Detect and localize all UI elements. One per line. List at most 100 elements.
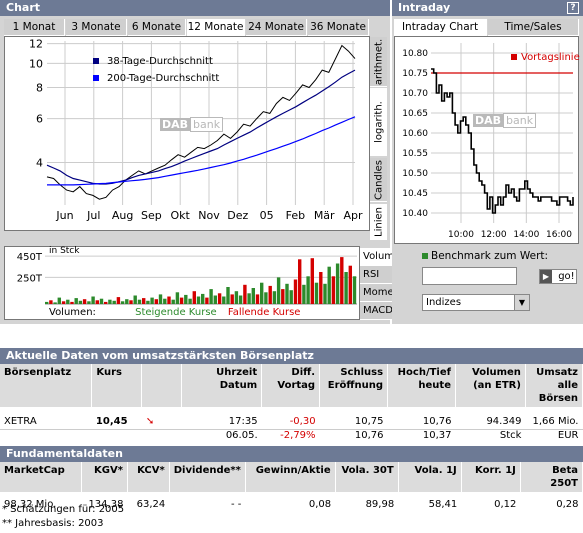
tab-linien[interactable]: Linien xyxy=(370,204,387,240)
intraday-legend: Vortagslinie xyxy=(511,52,580,63)
col-header-line: Hoch/Tief xyxy=(397,367,451,378)
volume-bar xyxy=(82,299,87,304)
x-tick-label: Jul xyxy=(86,209,100,222)
col-header-trend xyxy=(141,364,183,407)
legend-swatch-38 xyxy=(93,58,99,64)
tab-period-label: 24 Monate xyxy=(248,21,304,33)
cell-umsatz: 1,66 Mio. xyxy=(532,416,579,427)
volume-bar xyxy=(99,298,104,304)
help-button[interactable]: ? xyxy=(567,2,579,14)
volume-bar xyxy=(264,292,268,304)
current-data-row: XETRA 10,45 ➘ 17:35 -0,30 10,75 10,76 94.349 1,6… xyxy=(0,407,583,428)
fundamentals-header: Fundamentaldaten xyxy=(0,446,583,462)
volume-bar xyxy=(281,289,285,304)
volume-bar xyxy=(302,284,306,304)
tab-period-4[interactable]: 24 Monate xyxy=(246,19,307,36)
tab-arithmet[interactable]: arithmet. xyxy=(370,37,387,87)
tab-period-label: 36 Monate xyxy=(310,21,366,33)
cell-hochtief: 10,37 xyxy=(422,429,452,441)
volume-bar xyxy=(310,258,314,304)
volume-bar xyxy=(163,298,167,304)
fundamentals-header-row: MarketCap KGV* KCV* Dividende** Gewinn/Aktie… xyxy=(0,462,583,492)
tab-period-5[interactable]: 36 Monate xyxy=(308,19,369,36)
volume-bar xyxy=(268,285,272,304)
dab-watermark-intraday: DAB bank xyxy=(473,113,537,128)
volume-bar xyxy=(57,297,61,304)
footnote-2: ** Jahresbasis: 2003 xyxy=(2,518,104,529)
volume-bar xyxy=(331,276,336,304)
legend-label-200: 200-Tage-Durchschnitt xyxy=(107,73,220,84)
volume-footer-prefix: Volumen: xyxy=(49,307,96,318)
y-tick-label: 12 xyxy=(29,38,43,51)
current-data-row-2: 06.05. -2,79% 10,76 10,37 Stck EUR xyxy=(0,428,583,442)
intraday-x-tick-label: 12:00 xyxy=(481,230,507,240)
dab-watermark: DAB bank xyxy=(160,117,224,132)
volume-bar xyxy=(95,300,99,304)
go-label: go! xyxy=(558,271,575,282)
volume-bar xyxy=(230,294,234,304)
cell-volumen: Stck xyxy=(499,429,522,441)
tab-period-2[interactable]: 6 Monate xyxy=(128,19,186,36)
chart-panel-header: Chart xyxy=(0,0,390,16)
intraday-y-tick-label: 10.55 xyxy=(402,149,428,159)
tab-period-1[interactable]: 3 Monate xyxy=(66,19,127,36)
volume-bar xyxy=(61,301,66,304)
tab-intraday-chart[interactable]: Intraday Chart xyxy=(394,19,487,36)
tab-candles[interactable]: Candles xyxy=(370,158,387,202)
dab-watermark-b: bank xyxy=(190,117,224,132)
legend-item-200: 200-Tage-Durchschnitt xyxy=(93,70,219,87)
benchmark-select[interactable]: Indizes ▼ xyxy=(422,294,530,311)
fund-cell-gewinn: 0,08 xyxy=(308,498,332,510)
volume-bar xyxy=(137,299,142,304)
col-header-schluss: Schluss Eröffnung xyxy=(319,364,389,407)
col-header-line: Eröffnung xyxy=(327,380,384,391)
volume-bar xyxy=(348,265,352,304)
current-data-table: Börsenplatz Kurs Uhrzeit Datum Diff. Vortag Sc… xyxy=(0,364,583,442)
volume-bar xyxy=(234,291,239,304)
fund-header-kgv: KGV* xyxy=(81,462,128,492)
volume-bar xyxy=(53,302,57,304)
fund-header-vola30: Vola. 30T xyxy=(335,462,399,492)
intraday-x-tick-label: 14:00 xyxy=(513,230,539,240)
intraday-y-tick-label: 10.45 xyxy=(402,189,428,199)
price-chart: 4 6 8 10 12 Jun Jul Aug Sep Okt Nov Dez 05 Feb Mär Apr … xyxy=(4,36,370,231)
col-header-hochtief: Hoch/Tief heute xyxy=(387,364,456,407)
fund-cell-korr1j: 0,12 xyxy=(494,498,517,510)
volume-bar xyxy=(335,263,340,304)
volume-bar xyxy=(78,300,83,304)
cell-uhrzeit: 06.05. xyxy=(225,429,258,441)
col-header-line: Datum xyxy=(219,380,258,391)
intraday-panel: Intraday Chart Time/Sales 10.40 10.45 10.5… xyxy=(392,16,583,324)
tab-period-0[interactable]: 1 Monat xyxy=(4,19,65,36)
tab-time-sales[interactable]: Time/Sales xyxy=(488,19,579,36)
volume-bar xyxy=(158,294,163,304)
y-tick-label: 10 xyxy=(29,57,43,70)
volume-rising-label: Steigende Kurse xyxy=(135,307,217,318)
x-tick-label: Nov xyxy=(198,209,220,222)
col-header-line: Umsatz xyxy=(536,367,578,378)
col-header-line: (an ETR) xyxy=(473,380,521,391)
intraday-chart: 10.40 10.45 10.50 10.55 10.60 10.65 10.70 10.75… xyxy=(394,36,580,244)
col-header-line: Börsenplatz xyxy=(4,367,72,378)
cell-trend xyxy=(142,428,182,442)
col-header-diff: Diff. Vortag xyxy=(261,364,321,407)
cell-boersenplatz xyxy=(0,428,92,442)
current-data-section: Börsenplatz Kurs Uhrzeit Datum Diff. Vortag Sc… xyxy=(0,364,583,441)
benchmark-input[interactable] xyxy=(422,267,517,285)
tab-time-sales-label: Time/Sales xyxy=(504,21,562,33)
go-button[interactable]: ▶ go! xyxy=(539,269,577,284)
benchmark-label: Benchmark zum Wert: xyxy=(422,250,548,262)
tab-period-3[interactable]: 12 Monate xyxy=(187,19,245,36)
volume-bar xyxy=(91,296,95,304)
intraday-y-tick-label: 10.60 xyxy=(402,129,428,139)
x-tick-label: Aug xyxy=(112,209,133,222)
tab-logarith[interactable]: logarith. xyxy=(370,88,387,156)
intraday-price-line xyxy=(431,68,574,214)
col-header-line: Diff. xyxy=(291,367,316,378)
col-header-line: alle Börsen xyxy=(538,380,578,404)
col-header-line: Kurs xyxy=(96,367,122,378)
volume-bar xyxy=(344,272,348,304)
col-header-line: Schluss xyxy=(340,367,384,378)
chart-panel: 1 Monat 3 Monate 6 Monate 12 Monate 24 Monat… xyxy=(0,16,420,324)
fund-cell-kcv: 63,24 xyxy=(136,498,166,510)
